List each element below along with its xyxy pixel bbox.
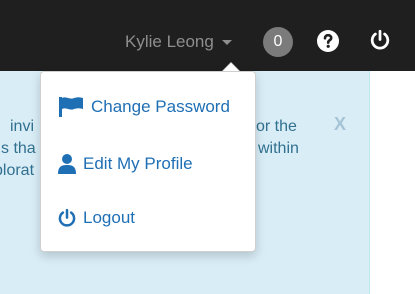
alert-text-line2-right: within	[258, 140, 299, 157]
user-icon	[58, 154, 76, 174]
power-icon[interactable]	[369, 29, 391, 51]
notification-badge[interactable]: 0	[263, 27, 293, 57]
help-icon[interactable]	[316, 29, 340, 53]
flag-icon	[59, 97, 83, 117]
alert-text-line1-left: invi	[10, 118, 35, 135]
menu-label-edit-profile: Edit My Profile	[83, 154, 193, 173]
menu-item-logout[interactable]: Logout	[57, 203, 135, 233]
menu-label-logout: Logout	[83, 208, 135, 227]
alert-close-button[interactable]: X	[334, 114, 346, 135]
user-name: Kylie Leong	[125, 32, 214, 51]
menu-label-change-password: Change Password	[91, 97, 230, 116]
dropdown-arrow	[223, 63, 239, 71]
top-navbar: Kylie Leong 0	[0, 0, 415, 71]
chevron-down-icon	[221, 39, 232, 45]
alert-text-line1-right: or the	[256, 118, 297, 135]
menu-item-change-password[interactable]: Change Password	[57, 92, 230, 122]
user-dropdown-menu: Change Password Edit My Profile Logout	[40, 71, 256, 252]
alert-text-line2-left: s tha	[1, 140, 36, 157]
power-icon	[58, 208, 76, 227]
user-menu-toggle[interactable]: Kylie Leong	[125, 28, 232, 56]
alert-text-line3-left: plorat	[0, 162, 35, 179]
menu-item-edit-profile[interactable]: Edit My Profile	[57, 149, 193, 179]
